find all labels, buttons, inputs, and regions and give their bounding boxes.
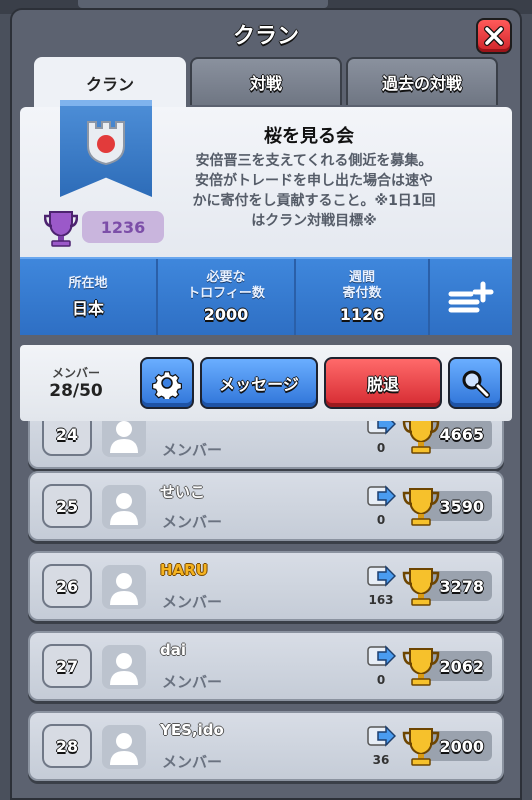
donation-count: 36	[372, 753, 390, 767]
donation-count: 0	[376, 513, 386, 527]
search-button[interactable]	[448, 357, 502, 409]
person-icon	[110, 733, 138, 765]
member-name: dai	[160, 641, 187, 659]
member-row[interactable]: 28 YES,ido メンバー 36 2000	[28, 711, 504, 781]
close-button[interactable]	[476, 18, 512, 54]
trophy-icon	[402, 568, 440, 606]
leave-button-label: 脱退	[366, 375, 399, 394]
gear-icon	[152, 371, 183, 399]
person-icon	[110, 653, 138, 685]
member-avatar	[102, 645, 146, 689]
window-title: クラン	[232, 24, 299, 49]
stat-location: 所在地 日本	[20, 259, 158, 335]
member-row[interactable]: 27 dai メンバー 0 2062	[28, 631, 504, 701]
donation-count: 0	[376, 441, 386, 455]
donation-icon	[367, 485, 396, 507]
clan-screen: クラン クラン 対戦 過去の対戦 1236 桜を見る会 安倍晋三を支えてくれる側…	[0, 0, 532, 800]
clan-banner-top	[60, 100, 152, 106]
member-rank: 28	[42, 724, 92, 768]
underlying-panel	[78, 0, 328, 8]
member-row[interactable]: 25 せいこ メンバー 0 3590	[28, 471, 504, 541]
stat-label: 必要な トロフィー数	[187, 270, 265, 301]
stat-label: 所在地	[68, 275, 108, 291]
member-count-value: 28/50	[49, 381, 103, 401]
donation-icon	[367, 725, 396, 747]
member-name: HARU	[160, 561, 208, 579]
message-button[interactable]: メッセージ	[200, 357, 318, 409]
member-avatar	[102, 565, 146, 609]
member-role: メンバー	[162, 753, 223, 771]
description-line: 安倍がトレードを申し出た場合は速や	[195, 173, 433, 189]
member-row[interactable]: 24 メンバー 0 4665	[28, 421, 504, 469]
donation-icon	[367, 645, 396, 667]
member-name: YES,ido	[160, 721, 224, 739]
member-avatar	[102, 725, 146, 769]
donation-count: 0	[376, 673, 386, 687]
member-avatar	[102, 485, 146, 529]
trophy-icon	[402, 648, 440, 686]
stat-value: 2000	[203, 305, 249, 324]
stat-weekly-donations: 週間 寄付数 1126	[296, 259, 430, 335]
tab-past-battles[interactable]: 過去の対戦	[346, 57, 498, 105]
member-role: メンバー	[162, 593, 223, 611]
leave-button[interactable]: 脱退	[324, 357, 442, 409]
search-icon	[462, 370, 490, 398]
description-line: はクラン対戦目標※	[251, 213, 377, 229]
settings-button[interactable]	[140, 357, 194, 409]
tab-label: クラン	[85, 75, 134, 94]
member-count: メンバー 28/50	[26, 364, 126, 401]
clan-trophy-icon	[44, 211, 78, 247]
person-icon	[110, 493, 138, 525]
clan-menu-button[interactable]	[430, 259, 512, 335]
person-icon	[110, 573, 138, 605]
member-count-label: メンバー	[51, 366, 100, 380]
member-rank: 24	[42, 421, 92, 456]
clan-stats-bar: 所在地 日本 必要な トロフィー数 2000 週間 寄付数 1126	[20, 257, 512, 335]
clan-description: 安倍晋三を支えてくれる側近を募集。 安倍がトレードを申し出た場合は速や かに寄付…	[178, 151, 450, 231]
description-line: 安倍晋三を支えてくれる側近を募集。	[195, 153, 433, 169]
clan-trophy-count: 1236	[82, 211, 164, 243]
donation-icon	[367, 421, 396, 435]
tab-label: 過去の対戦	[381, 74, 462, 93]
trophy-icon	[402, 728, 440, 766]
member-avatar	[102, 421, 146, 457]
member-rank: 27	[42, 644, 92, 688]
clan-badge-icon	[87, 121, 125, 166]
stat-required-trophies: 必要な トロフィー数 2000	[158, 259, 296, 335]
member-name: せいこ	[160, 483, 206, 501]
description-line: かに寄付をし貢献すること。※1日1回	[192, 193, 436, 209]
stat-value: 1126	[339, 305, 385, 324]
tab-label: 対戦	[249, 74, 282, 93]
member-rank: 25	[42, 484, 92, 528]
member-list[interactable]: 24 メンバー 0 4665 25 せいこ メンバー 0 3590 26 HAR…	[20, 421, 512, 800]
trophy-icon	[402, 488, 440, 526]
donation-icon	[367, 565, 396, 587]
list-add-icon	[448, 281, 494, 313]
trophy-icon	[402, 421, 440, 454]
donation-count: 163	[368, 593, 394, 607]
member-role: メンバー	[162, 441, 223, 459]
tab-battle[interactable]: 対戦	[190, 57, 342, 105]
message-button-label: メッセージ	[219, 375, 299, 394]
stat-label: 週間 寄付数	[342, 270, 382, 301]
member-role: メンバー	[162, 673, 223, 691]
member-row[interactable]: 26 HARU メンバー 163 3278	[28, 551, 504, 621]
clan-name: 桜を見る会	[264, 126, 354, 147]
member-rank: 26	[42, 564, 92, 608]
close-icon	[484, 26, 504, 46]
member-role: メンバー	[162, 513, 223, 531]
person-icon	[110, 421, 138, 453]
stat-value: 日本	[71, 298, 104, 318]
